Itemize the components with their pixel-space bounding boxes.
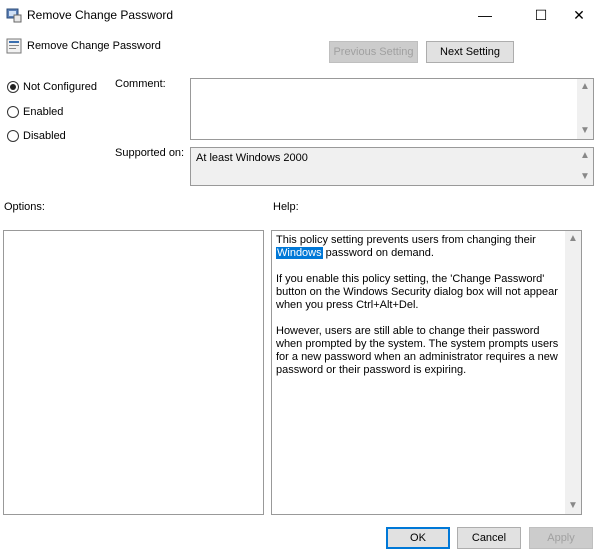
help-label: Help:: [273, 201, 299, 213]
window-title: Remove Change Password: [27, 8, 174, 22]
options-panel: [3, 230, 264, 515]
supported-scrollbar[interactable]: ▲ ▼: [577, 148, 593, 185]
minimize-button[interactable]: —: [462, 0, 508, 30]
radio-not-configured[interactable]: Not Configured: [7, 81, 97, 93]
radio-button[interactable]: [7, 106, 19, 118]
options-label: Options:: [4, 201, 45, 213]
title-bar: Remove Change Password — ☐ ✕: [0, 0, 600, 30]
help-paragraph: If you enable this policy setting, the '…: [276, 273, 558, 311]
scroll-up-icon[interactable]: ▲: [577, 148, 593, 164]
policy-icon: [6, 8, 22, 23]
scroll-down-icon[interactable]: ▼: [577, 169, 593, 185]
policy-icon: [6, 38, 22, 54]
close-button[interactable]: ✕: [556, 0, 600, 30]
setting-title: Remove Change Password: [27, 40, 161, 52]
supported-on-field: At least Windows 2000 ▲ ▼: [190, 147, 594, 186]
help-paragraph: This policy setting prevents users from …: [276, 234, 566, 260]
scroll-up-icon[interactable]: ▲: [577, 79, 593, 95]
comment-textarea[interactable]: ▲ ▼: [190, 78, 594, 140]
help-scrollbar[interactable]: ▲ ▼: [565, 231, 581, 514]
policy-dialog: Remove Change Password Previous Setting …: [0, 30, 600, 560]
scroll-up-icon[interactable]: ▲: [565, 231, 581, 247]
cancel-button[interactable]: Cancel: [457, 527, 521, 549]
help-text: This policy setting prevents users from …: [276, 234, 566, 390]
radio-button[interactable]: [7, 130, 19, 142]
help-highlight: Windows: [276, 247, 323, 259]
radio-label: Not Configured: [23, 81, 97, 93]
radio-enabled[interactable]: Enabled: [7, 106, 63, 118]
next-setting-button[interactable]: Next Setting: [426, 41, 514, 63]
help-text-run: This policy setting prevents users from …: [276, 234, 536, 246]
comment-scrollbar[interactable]: ▲ ▼: [577, 79, 593, 139]
help-panel: This policy setting prevents users from …: [271, 230, 582, 515]
comment-label: Comment:: [115, 78, 166, 90]
radio-button[interactable]: [7, 81, 19, 93]
ok-button[interactable]: OK: [386, 527, 450, 549]
radio-label: Enabled: [23, 106, 64, 118]
scroll-down-icon[interactable]: ▼: [565, 498, 581, 514]
scroll-down-icon[interactable]: ▼: [577, 123, 593, 139]
supported-on-label: Supported on:: [115, 147, 185, 159]
radio-disabled[interactable]: Disabled: [7, 130, 66, 142]
help-paragraph: However, users are still able to change …: [276, 325, 559, 376]
help-text-run: password on demand.: [322, 247, 434, 259]
radio-label: Disabled: [23, 130, 66, 142]
apply-button[interactable]: Apply: [529, 527, 593, 549]
previous-setting-button[interactable]: Previous Setting: [329, 41, 418, 63]
supported-on-value: At least Windows 2000: [196, 152, 308, 164]
